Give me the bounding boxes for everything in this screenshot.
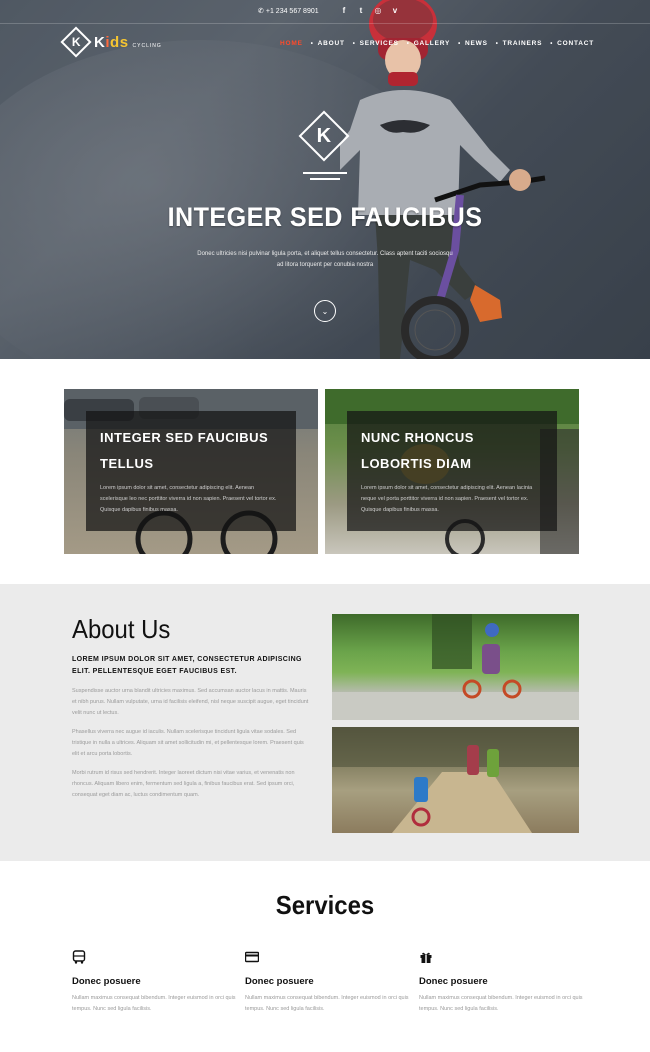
hero-section: ✆ +1 234 567 8901 f t ◎ v K Kids CYCLING … xyxy=(0,0,650,359)
social-links: f t ◎ v xyxy=(340,6,399,15)
scroll-down-button[interactable]: ⌄ xyxy=(314,300,336,322)
twitter-icon[interactable]: t xyxy=(357,6,365,15)
hero-divider-line xyxy=(303,172,347,174)
service-item: Donec posuere Nullam maximus consequat b… xyxy=(244,950,415,1015)
credit-card-icon xyxy=(244,951,260,963)
service-item: Donec posuere Nullam maximus consequat b… xyxy=(419,950,589,1015)
about-title: About Us xyxy=(72,614,171,644)
service-text: Nullam maximus consequat bibendum. Integ… xyxy=(419,995,583,1012)
logo-wordmark: Kids xyxy=(94,33,129,51)
service-title: Donec posuere xyxy=(245,976,314,987)
hero-subtitle: Donec ultricies nisi pulvinar ligula por… xyxy=(197,251,453,268)
logo-subtitle: CYCLING xyxy=(132,43,162,49)
feature-title: INTEGER SED FAUCIBUS TELLUS xyxy=(100,430,269,471)
instagram-icon[interactable]: ◎ xyxy=(374,6,382,15)
service-text: Nullam maximus consequat bibendum. Integ… xyxy=(245,995,409,1012)
about-section: About Us LOREM IPSUM DOLOR SIT AMET, CON… xyxy=(0,584,650,861)
bus-icon xyxy=(72,950,86,964)
service-title: Donec posuere xyxy=(72,976,141,987)
phone-number[interactable]: ✆ +1 234 567 8901 xyxy=(258,7,319,15)
chevron-down-icon: ⌄ xyxy=(321,306,329,316)
hero-divider-line-short xyxy=(310,178,340,180)
vimeo-icon[interactable]: v xyxy=(391,6,399,15)
service-item: Donec posuere Nullam maximus consequat b… xyxy=(72,950,242,1015)
nav-item-about[interactable]: • ABOUT xyxy=(311,40,345,47)
gift-icon xyxy=(420,952,432,963)
nav-item-gallery[interactable]: • GALLERY xyxy=(407,40,450,47)
feature-text: Lorem ipsum dolor sit amet, consectetur … xyxy=(100,485,277,513)
about-lead: LOREM IPSUM DOLOR SIT AMET, CONSECTETUR … xyxy=(72,656,302,675)
top-bar: ✆ +1 234 567 8901 f t ◎ v xyxy=(0,0,650,24)
nav-item-news[interactable]: • NEWS xyxy=(458,40,488,47)
service-text: Nullam maximus consequat bibendum. Integ… xyxy=(72,995,236,1012)
logo-mark: K xyxy=(60,26,92,58)
about-image-trail xyxy=(332,727,579,833)
nav-item-services[interactable]: • SERVICES xyxy=(353,40,399,47)
feature-card-right[interactable]: NUNC RHONCUS LOBORTIS DIAM Lorem ipsum d… xyxy=(325,389,579,554)
feature-text: Lorem ipsum dolor sit amet, consectetur … xyxy=(361,485,533,513)
about-paragraph: Phasellus viverra nec augue id iaculis. … xyxy=(72,729,304,757)
service-title: Donec posuere xyxy=(419,976,488,987)
services-title: Services xyxy=(275,890,375,920)
about-paragraph: Suspendisse auctor urna blandit ultricie… xyxy=(72,688,309,716)
nav-item-home[interactable]: HOME xyxy=(280,40,303,47)
site-logo[interactable]: K Kids CYCLING xyxy=(60,26,162,58)
phone-text: +1 234 567 8901 xyxy=(265,8,319,15)
nav-item-contact[interactable]: • CONTACT xyxy=(550,40,594,47)
nav-item-trainers[interactable]: • TRAINERS xyxy=(496,40,543,47)
hero-title: INTEGER SED FAUCIBUS xyxy=(167,202,483,232)
about-paragraph: Morbi rutrum id risus sed hendrerit. Int… xyxy=(72,770,295,798)
feature-overlay-right: NUNC RHONCUS LOBORTIS DIAM Lorem ipsum d… xyxy=(347,411,557,531)
phone-icon: ✆ xyxy=(258,8,264,15)
main-nav: HOME • ABOUT • SERVICES • GALLERY • NEWS • TR… xyxy=(280,40,602,47)
about-image-park xyxy=(332,614,579,720)
feature-title: NUNC RHONCUS LOBORTIS DIAM xyxy=(361,430,474,471)
feature-overlay-left: INTEGER SED FAUCIBUS TELLUS Lorem ipsum … xyxy=(86,411,296,531)
facebook-icon[interactable]: f xyxy=(340,6,348,15)
feature-card-left[interactable]: INTEGER SED FAUCIBUS TELLUS Lorem ipsum … xyxy=(64,389,318,554)
hero-rider-image xyxy=(340,0,546,359)
